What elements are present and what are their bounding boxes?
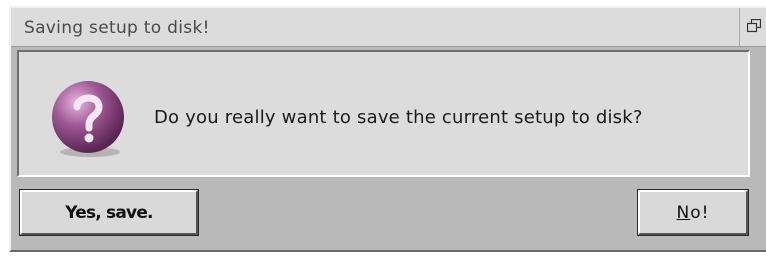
yes-save-button[interactable]: Yes, save.: [19, 189, 199, 236]
yes-save-label: Yes, save.: [65, 202, 153, 223]
title-bar[interactable]: Saving setup to disk!: [11, 8, 766, 47]
no-button[interactable]: No!: [637, 189, 749, 236]
restore-window-icon: [747, 19, 761, 33]
restore-window-button[interactable]: [739, 8, 766, 46]
no-label-rest: o!: [690, 202, 710, 223]
no-mnemonic: N: [676, 202, 691, 223]
question-icon: [52, 81, 124, 157]
window-title: Saving setup to disk!: [24, 18, 210, 38]
dialog-message: Do you really want to save the current s…: [154, 107, 643, 128]
message-panel: Do you really want to save the current s…: [17, 50, 750, 177]
